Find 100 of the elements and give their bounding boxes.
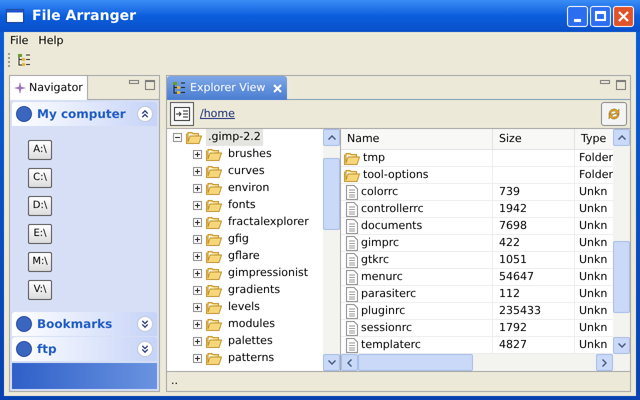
tree-item[interactable]: brushes [226, 146, 274, 163]
drive-button[interactable]: A:\ [28, 140, 52, 160]
folder-icon [206, 182, 222, 195]
tree-item[interactable]: patterns [226, 350, 276, 367]
maximize-button[interactable] [590, 6, 611, 26]
table-cell-text: 1792 [499, 320, 527, 336]
minimize-view-icon[interactable] [600, 80, 610, 84]
expand-icon[interactable] [193, 150, 202, 159]
scroll-thumb[interactable] [323, 158, 340, 230]
folder-icon [344, 152, 360, 164]
vertical-scrollbar[interactable] [323, 129, 340, 371]
folder-icon [206, 148, 222, 161]
expand-icon[interactable] [193, 252, 202, 261]
close-button[interactable] [613, 6, 634, 26]
expand-icon[interactable] [193, 354, 202, 363]
scroll-left-icon[interactable] [341, 354, 358, 371]
table-cell-text: Unkn [579, 268, 608, 285]
table-cell-text: sessionrc [361, 320, 412, 336]
table-cell-text: Unkn [579, 218, 608, 234]
tree-item[interactable]: curves [226, 163, 267, 180]
drive-button[interactable]: M:\ [28, 252, 52, 272]
scroll-up-icon[interactable] [323, 129, 340, 146]
tree-item[interactable]: gfig [226, 231, 251, 248]
scroll-down-icon[interactable] [323, 354, 340, 371]
expand-icon[interactable] [193, 286, 202, 295]
column-header[interactable]: Name [341, 129, 493, 149]
drive-button[interactable]: V:\ [28, 280, 52, 300]
minimize-button[interactable] [567, 6, 588, 26]
table-cell-text: documents [361, 218, 422, 234]
vertical-scrollbar[interactable] [613, 129, 630, 354]
expand-icon[interactable] [193, 184, 202, 193]
section-title: Bookmarks [37, 316, 114, 333]
tree-item[interactable]: gflare [226, 248, 262, 265]
table-cell-text: Unkn [579, 320, 608, 336]
folder-icon [206, 267, 222, 280]
section-title: My computer [37, 106, 127, 123]
table-cell-text: parasiterc [361, 286, 416, 302]
maximize-view-icon[interactable] [616, 80, 626, 90]
tree-item[interactable]: environ [226, 180, 272, 197]
tree-view-button[interactable] [15, 51, 33, 69]
tree-item[interactable]: fractalexplorer [226, 214, 311, 231]
tree-item[interactable]: fonts [226, 197, 258, 214]
section-header[interactable]: My computer [12, 102, 157, 126]
tree-item[interactable]: palettes [226, 333, 275, 350]
tree-item[interactable]: modules [226, 316, 277, 333]
folder-icon [186, 131, 202, 144]
section-header[interactable]: ftp [12, 337, 157, 361]
maximize-view-icon[interactable] [145, 80, 155, 90]
table-cell-text: Folder [579, 150, 613, 166]
file-icon [344, 202, 358, 216]
table-cell-text: 739 [499, 184, 520, 200]
expand-icon[interactable] [193, 201, 202, 210]
table-cell-text: gimprc [361, 234, 400, 251]
tree-item[interactable]: levels [226, 299, 262, 316]
table-cell-text: Folder [579, 166, 613, 183]
minimize-view-icon[interactable] [129, 80, 139, 84]
table-cell-text: 235433 [499, 302, 541, 319]
tree-item[interactable]: gimpressionist [226, 265, 310, 282]
navigator-tab[interactable]: Navigator [10, 76, 88, 100]
menu-item[interactable]: File [10, 32, 28, 50]
expand-icon[interactable] [193, 235, 202, 244]
go-to-path-button[interactable] [170, 102, 194, 126]
column-header[interactable]: Size [493, 129, 575, 149]
file-icon [344, 218, 358, 234]
table-cell-text: tmp [363, 150, 386, 166]
folder-icon [206, 335, 222, 348]
table-cell-text: templaterc [361, 336, 421, 353]
menu-item[interactable]: Help [38, 32, 64, 50]
drive-button[interactable]: C:\ [28, 168, 52, 188]
table-cell-text: Unkn [579, 252, 608, 268]
window-title: File Arranger [32, 6, 138, 26]
table-cell-text: 1051 [499, 252, 527, 268]
drive-button[interactable]: D:\ [28, 196, 52, 216]
scroll-thumb[interactable] [613, 241, 630, 313]
scroll-thumb[interactable] [358, 354, 473, 371]
scroll-up-icon[interactable] [613, 129, 630, 146]
folder-icon [206, 216, 222, 229]
scroll-down-icon[interactable] [613, 337, 630, 354]
file-icon [344, 304, 358, 318]
table-cell-text: Unkn [579, 234, 608, 251]
refresh-button[interactable] [601, 102, 627, 126]
expand-icon[interactable] [193, 303, 202, 312]
close-icon[interactable] [273, 84, 282, 92]
tree-item[interactable]: .gimp-2.2 [206, 129, 263, 146]
expand-icon[interactable] [193, 320, 202, 329]
collapse-icon[interactable] [173, 133, 182, 142]
expand-icon[interactable] [193, 269, 202, 278]
horizontal-scrollbar[interactable] [341, 354, 630, 371]
status-text: .. [171, 373, 178, 390]
table-cell-text: Unkn [579, 184, 608, 200]
expand-icon[interactable] [193, 337, 202, 346]
expand-icon[interactable] [193, 167, 202, 176]
collapse-icon[interactable] [137, 106, 153, 122]
section-icon [16, 106, 32, 122]
section-icon [16, 316, 32, 332]
section-header[interactable]: Bookmarks [12, 312, 157, 336]
expand-icon[interactable] [193, 218, 202, 227]
drive-button[interactable]: E:\ [28, 224, 52, 244]
scroll-right-icon[interactable] [596, 354, 613, 371]
tree-item[interactable]: gradients [226, 282, 282, 299]
